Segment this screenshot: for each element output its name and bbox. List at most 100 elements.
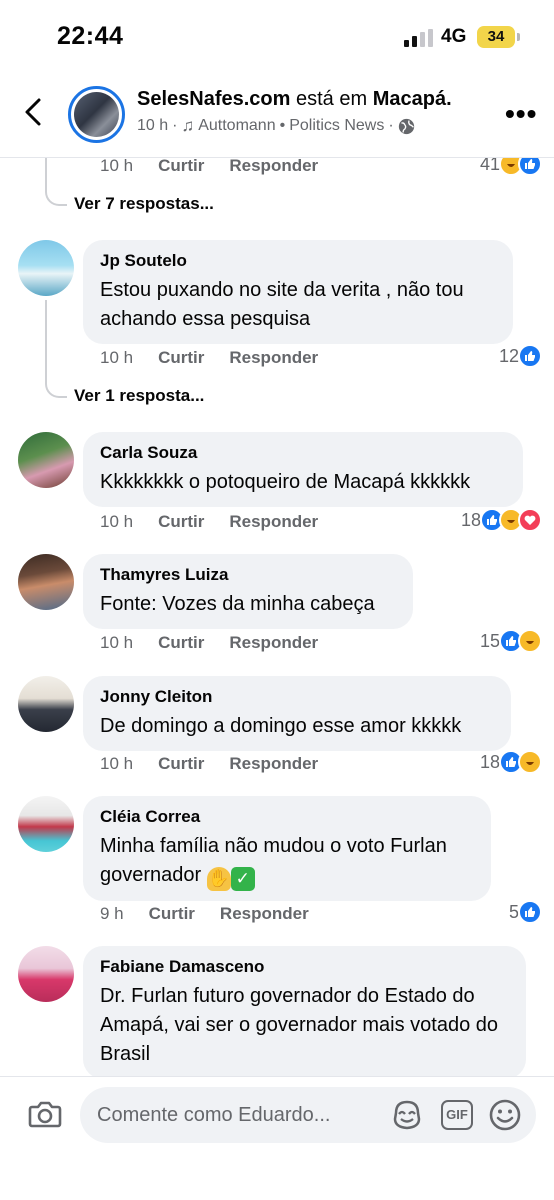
battery-icon: 34 [477,26,515,48]
comment-text: Estou puxando no site da verita , não to… [100,279,464,330]
view-replies-link[interactable]: Ver 7 respostas... [74,194,214,214]
comment-text: Minha família não mudou o voto Furlan go… [100,832,474,891]
like-button[interactable]: Curtir [158,158,204,176]
reaction-summary[interactable]: 41 [480,158,542,178]
comment-author[interactable]: Jp Soutelo [100,251,496,271]
reaction-count: 18 [479,751,500,772]
status-time: 22:44 [57,22,124,50]
music-title[interactable]: Politics News [289,117,384,135]
comment-actions: 10 h Curtir Responder [100,344,318,372]
signal-icon [404,29,434,47]
reply-button[interactable]: Responder [229,754,318,774]
post-header: SelesNafes.com está em Macapá. 10 h · ♫ … [0,74,554,158]
location-prefix: está em [295,88,368,110]
comment-bubble[interactable]: Carla Souza Kkkkkkkk o potoqueiro de Mac… [83,432,523,507]
view-replies-link[interactable]: Ver 1 resposta... [74,386,204,406]
comment-bubble[interactable]: Jonny Cleiton De domingo a domingo esse … [83,676,511,751]
comment-author[interactable]: Thamyres Luiza [100,565,396,585]
comment-text-line: Minha família não mudou o voto Furlan [100,835,447,857]
comment-bubble[interactable]: Cléia Correa Minha família não mudou o v… [83,796,491,901]
like-reaction-icon [518,158,542,176]
like-reaction-icon [518,344,542,368]
page-title[interactable]: SelesNafes.com está em Macapá. [137,88,452,111]
page-name[interactable]: SelesNafes.com [137,88,290,110]
thread-line [45,158,47,186]
reply-button[interactable]: Responder [229,633,318,653]
post-meta: 10 h · ♫ Auttomann • Politics News · [137,116,415,136]
music-note-icon: ♫ [181,116,195,135]
like-button[interactable]: Curtir [149,904,195,924]
meta-separator: · [172,117,178,134]
haha-reaction-icon [518,750,542,774]
post-time: 10 h [137,117,169,134]
comment-actions: 10 h Curtir Responder [100,750,318,778]
comment-bubble[interactable]: Fabiane Damasceno Dr. Furlan futuro gove… [83,946,526,1076]
network-type: 4G [441,26,467,47]
comment-actions: 9 h Curtir Responder [100,900,309,928]
like-reaction-icon [518,900,542,924]
location-name[interactable]: Macapá. [373,88,452,110]
comment-bubble[interactable]: Thamyres Luiza Fonte: Vozes da minha cab… [83,554,413,629]
music-dot: • [279,117,286,134]
reply-button[interactable]: Responder [229,158,318,176]
comment-time: 10 h [100,348,134,367]
comment-actions: 10 h Curtir Responder [100,158,318,180]
love-reaction-icon [518,508,542,532]
avatar-sticker-icon[interactable] [390,1099,424,1131]
reply-button[interactable]: Responder [229,512,318,532]
thread-connector [45,376,67,398]
back-arrow-icon[interactable] [20,94,48,130]
comment-actions: 10 h Curtir Responder [100,629,318,657]
like-button[interactable]: Curtir [158,754,204,774]
gif-icon[interactable]: GIF [441,1100,473,1130]
reaction-summary[interactable]: 18 [480,748,542,776]
comment-time: 10 h [100,512,134,531]
comment-text: Fonte: Vozes da minha cabeça [100,593,375,615]
comment-author[interactable]: Cléia Correa [100,807,474,827]
avatar[interactable] [18,554,74,610]
comment-author[interactable]: Carla Souza [100,443,506,463]
comment-text-line: governador [100,864,202,886]
comment-author[interactable]: Jonny Cleiton [100,687,494,707]
page-avatar[interactable] [68,86,125,143]
battery-cap [517,33,520,41]
comment-text: De domingo a domingo esse amor kkkkk [100,715,462,737]
check-mark-icon: ✓ [230,867,255,891]
comment-text: Dr. Furlan futuro governador do Estado d… [100,985,498,1065]
music-artist[interactable]: Auttomann [198,117,275,135]
reply-button[interactable]: Responder [220,904,309,924]
reaction-summary[interactable]: 18 [461,506,542,534]
praying-hands-icon: ✋ [206,867,231,891]
avatar[interactable] [18,796,74,852]
comment-time: 10 h [100,754,134,773]
status-bar: 22:44 4G 34 [0,0,554,74]
avatar[interactable] [18,240,74,296]
reaction-summary[interactable]: 5 [509,898,542,926]
comment-bubble[interactable]: Jp Soutelo Estou puxando no site da veri… [83,240,513,344]
emoji-icon[interactable] [488,1098,522,1132]
like-button[interactable]: Curtir [158,512,204,532]
comment-time: 9 h [100,904,124,923]
reaction-count: 41 [479,158,500,174]
comments-list: 10 h Curtir Responder 41 Ver 7 respostas… [0,158,554,1076]
haha-reaction-icon [518,629,542,653]
like-button[interactable]: Curtir [158,348,204,368]
avatar[interactable] [18,676,74,732]
comment-time: 10 h [100,633,134,652]
globe-icon [398,118,414,134]
reaction-summary[interactable]: 15 [480,627,542,655]
reaction-count: 18 [460,509,481,530]
avatar[interactable] [18,432,74,488]
comment-actions: 10 h Curtir Responder [100,508,318,536]
reply-button[interactable]: Responder [229,348,318,368]
comment-composer: GIF [0,1076,554,1200]
thread-line [45,300,47,378]
more-options-icon[interactable]: ••• [505,100,537,128]
comment-author[interactable]: Fabiane Damasceno [100,957,509,977]
thread-connector [45,184,67,206]
camera-icon[interactable] [28,1099,62,1129]
reaction-summary[interactable]: 12 [499,342,542,370]
like-button[interactable]: Curtir [158,633,204,653]
comment-time: 10 h [100,158,134,175]
avatar[interactable] [18,946,74,1002]
